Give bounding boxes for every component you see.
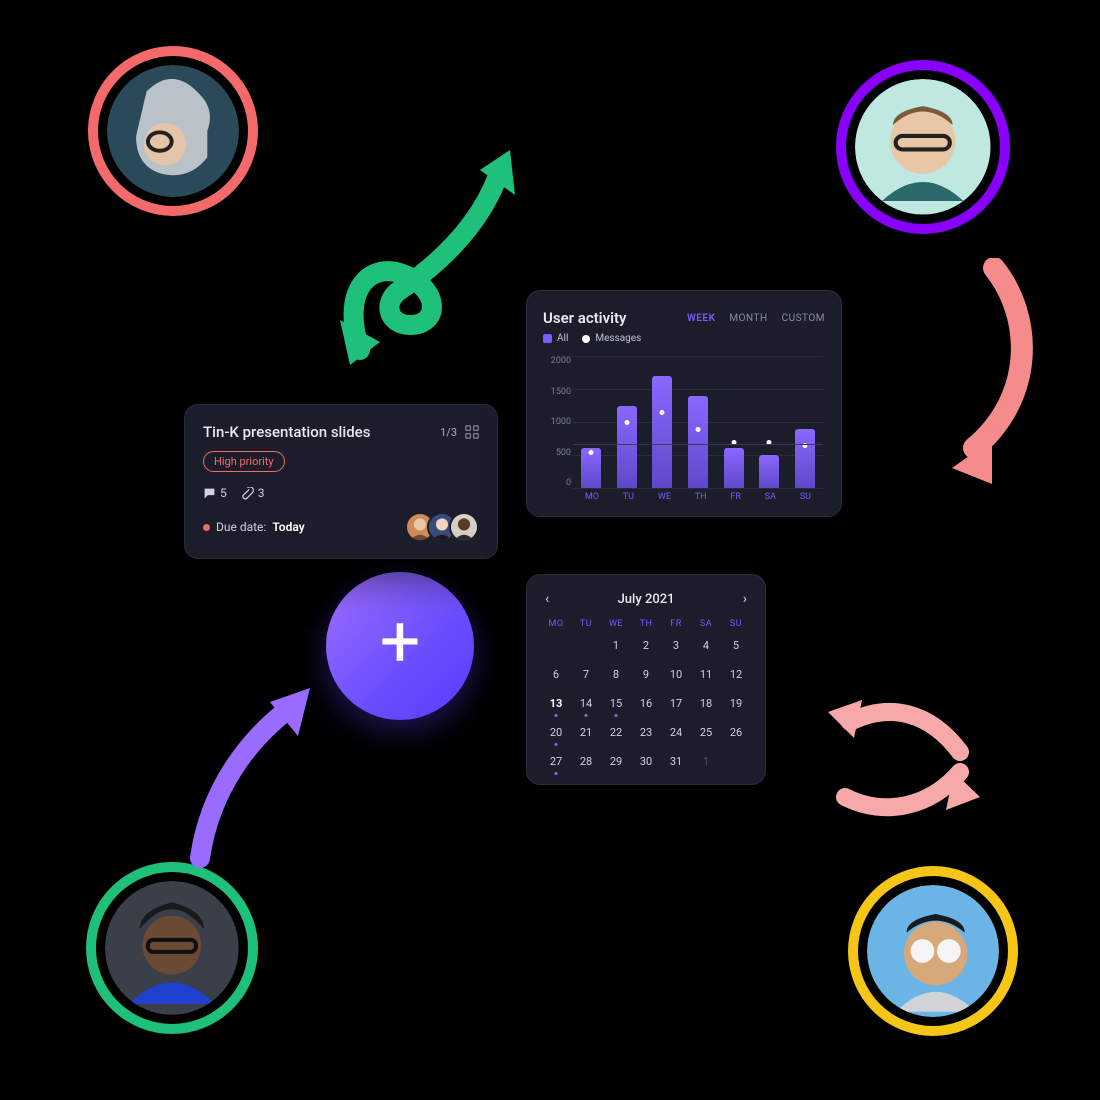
xlabel: TH	[695, 492, 707, 506]
calendar-day[interactable]: 20	[541, 724, 571, 745]
bar-fr	[724, 448, 744, 488]
assignee-avatar	[449, 512, 479, 542]
calendar-day[interactable]: 1	[601, 637, 631, 658]
xlabel: SU	[800, 492, 811, 506]
calendar-day[interactable]: 25	[691, 724, 721, 745]
avatar-bottom-right	[848, 866, 1018, 1036]
user-activity-card: User activity WEEK MONTH CUSTOM All Messag…	[526, 290, 842, 517]
comments-count: 5	[203, 486, 227, 500]
calendar-prev[interactable]: ‹	[541, 589, 553, 609]
calendar-day[interactable]: 30	[631, 753, 661, 774]
chart-range-tabs: WEEK MONTH CUSTOM	[687, 313, 825, 324]
calendar-day[interactable]: 23	[631, 724, 661, 745]
arrow-curve-coral	[934, 258, 1044, 488]
calendar-grid: MOTUWETHFRSASU 1234567891011121314151617…	[541, 619, 751, 774]
calendar-day[interactable]: 9	[631, 666, 661, 687]
calendar-next[interactable]: ›	[739, 589, 751, 609]
calendar-day[interactable]: 14	[571, 695, 601, 716]
comment-icon	[203, 487, 216, 500]
calendar-day[interactable]: 5	[721, 637, 751, 658]
assignee-avatars	[405, 512, 479, 542]
xlabel: FR	[730, 492, 741, 506]
message-dot	[695, 427, 700, 432]
task-progress: 1/3	[440, 426, 457, 439]
calendar-day[interactable]: 15	[601, 695, 631, 716]
calendar-day[interactable]: 17	[661, 695, 691, 716]
xlabel: SA	[765, 492, 776, 506]
calendar-day[interactable]: 2	[631, 637, 661, 658]
xlabel: WE	[658, 492, 671, 506]
xlabel: TU	[623, 492, 634, 506]
calendar-day[interactable]: 13	[541, 695, 571, 716]
calendar-day[interactable]: 26	[721, 724, 751, 745]
calendar-day[interactable]: 12	[721, 666, 751, 687]
bar-we	[652, 376, 672, 488]
calendar-day[interactable]: 16	[631, 695, 661, 716]
bar-su	[795, 429, 815, 488]
task-title: Tin-K presentation slides	[203, 423, 370, 441]
calendar-day[interactable]: 11	[691, 666, 721, 687]
chart-area: 2000150010005000 MOTUWETHFRSASU	[543, 356, 825, 506]
calendar-dow: TH	[631, 619, 661, 629]
avatar-bottom-left	[86, 862, 258, 1034]
task-card[interactable]: Tin-K presentation slides 1/3 High prior…	[184, 404, 498, 559]
calendar-day[interactable]: 10	[661, 666, 691, 687]
calendar-day[interactable]: 24	[661, 724, 691, 745]
avatar-top-right	[836, 60, 1010, 234]
xlabel: MO	[585, 492, 599, 506]
chart-title: User activity	[543, 309, 626, 327]
calendar-dow: MO	[541, 619, 571, 629]
calendar-day[interactable]: 8	[601, 666, 631, 687]
calendar-day-next-month[interactable]: 1	[691, 753, 721, 774]
calendar-day[interactable]: 31	[661, 753, 691, 774]
arrow-curve-purple	[170, 668, 330, 868]
chart-tab-month[interactable]: MONTH	[729, 313, 767, 324]
arrow-swirl-green	[310, 110, 550, 370]
message-dot	[660, 410, 665, 415]
bar-tu	[617, 406, 637, 489]
message-dot	[588, 450, 593, 455]
calendar-day[interactable]: 27	[541, 753, 571, 774]
calendar-card: ‹ July 2021 › MOTUWETHFRSASU 12345678910…	[526, 574, 766, 785]
calendar-day[interactable]: 19	[721, 695, 751, 716]
plus-icon: +	[380, 606, 421, 678]
chart-tab-custom[interactable]: CUSTOM	[782, 313, 825, 324]
calendar-dow: FR	[661, 619, 691, 629]
attachment-icon	[241, 487, 254, 500]
calendar-dow: WE	[601, 619, 631, 629]
calendar-dow: SA	[691, 619, 721, 629]
message-dot	[624, 420, 629, 425]
due-date: Due date: Today	[203, 520, 305, 534]
chart-tab-week[interactable]: WEEK	[687, 313, 715, 324]
calendar-day[interactable]: 4	[691, 637, 721, 658]
priority-badge: High priority	[203, 451, 285, 472]
calendar-dow: SU	[721, 619, 751, 629]
bar-sa	[759, 455, 779, 488]
legend-all: All	[543, 333, 568, 344]
calendar-day[interactable]: 3	[661, 637, 691, 658]
add-fab[interactable]: +	[326, 572, 474, 720]
calendar-day[interactable]: 22	[601, 724, 631, 745]
calendar-title: July 2021	[618, 592, 675, 607]
calendar-day[interactable]: 7	[571, 666, 601, 687]
arrow-double-pink	[810, 682, 990, 832]
calendar-day[interactable]: 21	[571, 724, 601, 745]
calendar-day[interactable]: 18	[691, 695, 721, 716]
calendar-day[interactable]: 29	[601, 753, 631, 774]
calendar-dow: TU	[571, 619, 601, 629]
avatar-top-left	[88, 46, 258, 216]
bar-th	[688, 396, 708, 488]
attachments-count: 3	[241, 486, 265, 500]
subtasks-icon	[465, 425, 479, 439]
calendar-day[interactable]: 28	[571, 753, 601, 774]
calendar-day[interactable]: 6	[541, 666, 571, 687]
legend-messages: Messages	[582, 333, 641, 344]
